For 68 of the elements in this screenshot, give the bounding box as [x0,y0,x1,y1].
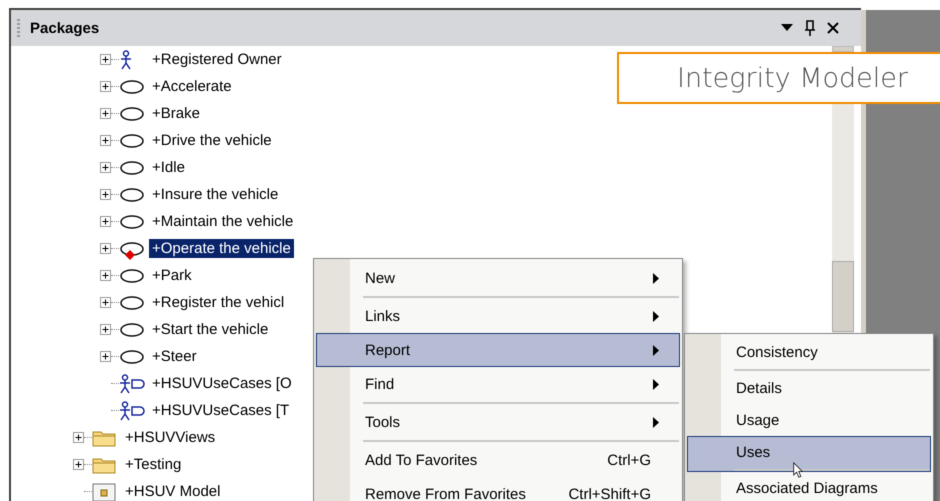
caption-box: Integrity Modeler [617,52,940,104]
ellipse-icon [119,106,145,122]
tree-item[interactable]: +Operate the vehicle [149,239,294,258]
expand-toggle[interactable] [100,189,111,200]
menu-item[interactable]: Details [687,372,931,404]
dropdown-icon[interactable] [780,24,793,32]
menu-item[interactable]: Links [316,299,680,333]
menu-item[interactable]: Uses [687,436,931,472]
folder-icon [92,456,116,474]
ellipse-icon [119,348,145,364]
ellipse-icon [119,132,145,148]
tree-item[interactable]: +Drive the vehicle [149,131,275,150]
pin-icon[interactable] [804,20,815,36]
tree-item[interactable]: +HSUV Model [122,482,224,501]
diamond-icon [125,250,135,260]
scrollbar-thumb[interactable] [832,261,854,332]
menu-item[interactable]: Usage [687,404,931,436]
expand-toggle[interactable] [100,216,111,227]
panel-title: Packages [30,20,100,36]
ellipse-icon [119,160,145,176]
tree-item[interactable]: +Start the vehicle [149,320,272,339]
stick-figure-ellipse-icon [119,374,145,394]
expand-toggle[interactable] [73,459,84,470]
ellipse-icon [119,322,145,338]
expand-toggle[interactable] [100,297,111,308]
submenu-arrow-icon [653,378,659,390]
expand-toggle[interactable] [100,135,111,146]
ellipse-icon [119,214,145,230]
expand-toggle[interactable] [100,324,111,335]
expand-toggle[interactable] [100,162,111,173]
expand-toggle[interactable] [100,270,111,281]
menu-item[interactable]: Report [316,333,680,367]
tree-item[interactable]: +Registered Owner [149,50,285,69]
submenu-arrow-icon [653,272,659,284]
submenu-arrow-icon [653,310,659,322]
tree-item[interactable]: +HSUVUseCases [T [149,401,292,420]
tree-item[interactable]: +Testing [122,455,184,474]
ellipse-icon [119,294,145,310]
menu-item[interactable]: Associated Diagrams [687,472,931,501]
expand-toggle[interactable] [100,351,111,362]
menu-item[interactable]: Add To Favorites Ctrl+G [316,443,680,477]
stick-figure-ellipse-icon [119,400,145,420]
ellipse-icon [119,78,145,94]
grip-icon[interactable] [17,19,20,37]
tree-item[interactable]: +Park [149,266,195,285]
tree-item[interactable]: +Brake [149,104,203,123]
expand-toggle[interactable] [100,54,111,65]
ellipse-icon [119,268,145,284]
expand-toggle[interactable] [73,432,84,443]
tree-item[interactable]: +Accelerate [149,77,235,96]
expand-toggle[interactable] [100,108,111,119]
submenu-arrow-icon [653,416,659,428]
tree-item[interactable]: +Insure the vehicle [149,185,282,204]
tree-item[interactable]: +Idle [149,158,188,177]
folder-icon [92,428,116,446]
tree-item[interactable]: +Maintain the vehicle [149,212,296,231]
expand-toggle[interactable] [100,81,111,92]
tree-item[interactable]: +Register the vehicl [149,293,288,312]
tree-item[interactable]: +HSUVUseCases [O [149,374,295,393]
menu-item[interactable]: Remove From Favorites Ctrl+Shift+G [316,477,680,501]
close-icon[interactable] [826,22,839,34]
stick-figure-icon [119,50,133,70]
tree-item[interactable]: +Steer [149,347,200,366]
expand-toggle[interactable] [100,243,111,254]
mouse-cursor-icon [793,462,803,478]
tree-item[interactable]: +HSUVViews [122,428,218,447]
submenu-arrow-icon [653,344,659,356]
ellipse-icon [119,186,145,202]
